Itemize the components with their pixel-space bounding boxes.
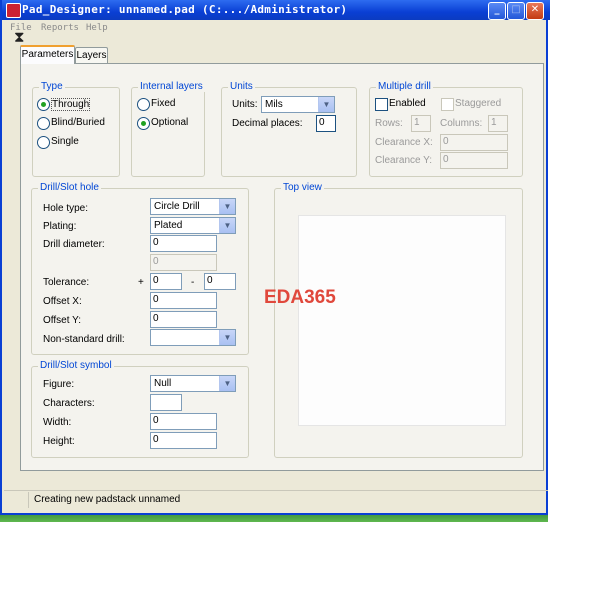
- drill-slot-symbol-title: Drill/Slot symbol: [38, 360, 114, 371]
- blind-buried-label[interactable]: Blind/Buried: [51, 117, 105, 128]
- rows-input[interactable]: 1: [411, 115, 431, 132]
- staggered-checkbox[interactable]: [441, 98, 454, 111]
- chevron-down-icon[interactable]: ▼: [219, 218, 235, 233]
- non-standard-drill-select[interactable]: ▼: [150, 329, 236, 346]
- tab-parameters[interactable]: Parameters: [20, 45, 75, 64]
- minimize-button[interactable]: _: [488, 2, 506, 20]
- app-icon: [6, 3, 21, 18]
- tolerance-minus-sign: -: [191, 277, 195, 288]
- figure-label: Figure:: [43, 379, 75, 390]
- drill-diameter-input[interactable]: 0: [150, 235, 217, 252]
- top-view-title: Top view: [281, 182, 324, 193]
- columns-label: Columns:: [440, 118, 483, 129]
- drill-slot-hole-group: Drill/Slot hole Hole type: Circle Drill …: [31, 182, 249, 355]
- width-label: Width:: [43, 417, 72, 428]
- offset-y-label: Offset Y:: [43, 315, 81, 326]
- clearance-x-input[interactable]: 0: [440, 134, 508, 151]
- top-view-canvas[interactable]: [298, 215, 506, 426]
- chevron-down-icon[interactable]: ▼: [219, 199, 235, 214]
- width-input[interactable]: 0: [150, 413, 217, 430]
- title-bar[interactable]: Pad_Designer: unnamed.pad (C:.../Adminis…: [2, 0, 550, 20]
- height-input[interactable]: 0: [150, 432, 217, 449]
- optional-label[interactable]: Optional: [151, 117, 188, 128]
- internal-layers-group: Internal layers Fixed Optional: [131, 81, 205, 177]
- blind-buried-radio[interactable]: [37, 117, 50, 130]
- drill-diameter-secondary[interactable]: 0: [150, 254, 217, 271]
- units-group: Units Units: Mils ▼ Decimal places: 0: [221, 81, 357, 177]
- units-title: Units: [228, 81, 255, 92]
- offset-x-label: Offset X:: [43, 296, 82, 307]
- pad-designer-window: Pad_Designer: unnamed.pad (C:.../Adminis…: [0, 0, 550, 515]
- rows-label: Rows:: [375, 118, 403, 129]
- multiple-drill-title: Multiple drill: [376, 81, 433, 92]
- decimal-places-input[interactable]: 0: [316, 115, 336, 132]
- units-label: Units:: [232, 99, 258, 110]
- maximize-button[interactable]: □: [507, 2, 525, 20]
- fixed-radio[interactable]: [137, 98, 150, 111]
- hole-type-value: Circle Drill: [154, 201, 200, 212]
- close-button[interactable]: ✕: [526, 2, 544, 20]
- desktop-background: [548, 0, 613, 520]
- tolerance-plus-sign: +: [138, 277, 144, 288]
- clearance-y-input[interactable]: 0: [440, 152, 508, 169]
- clearance-x-label: Clearance X:: [375, 137, 433, 148]
- tolerance-minus-input[interactable]: 0: [204, 273, 236, 290]
- hourglass-icon: ⧗: [14, 29, 25, 46]
- columns-input[interactable]: 1: [488, 115, 508, 132]
- through-label[interactable]: Through: [51, 98, 91, 111]
- figure-select[interactable]: Null ▼: [150, 375, 236, 392]
- single-radio[interactable]: [37, 136, 50, 149]
- menu-help[interactable]: Help: [86, 23, 108, 33]
- multiple-drill-group: Multiple drill Enabled Staggered Rows: 1…: [369, 81, 523, 177]
- fixed-label[interactable]: Fixed: [151, 98, 175, 109]
- plating-label: Plating:: [43, 221, 77, 232]
- units-value: Mils: [265, 99, 283, 110]
- status-message: Creating new padstack unnamed: [28, 492, 552, 508]
- internal-layers-title: Internal layers: [138, 81, 205, 92]
- menu-bar: File Reports Help: [4, 20, 548, 36]
- chevron-down-icon[interactable]: ▼: [318, 97, 334, 112]
- drill-slot-hole-title: Drill/Slot hole: [38, 182, 101, 193]
- characters-label: Characters:: [43, 398, 95, 409]
- units-select[interactable]: Mils ▼: [261, 96, 335, 113]
- plating-value: Plated: [154, 220, 183, 231]
- window-title: Pad_Designer: unnamed.pad (C:.../Adminis…: [22, 3, 348, 16]
- figure-value: Null: [154, 378, 172, 389]
- status-bar: Creating new padstack unnamed: [4, 490, 548, 508]
- menu-reports[interactable]: Reports: [41, 23, 79, 33]
- non-standard-drill-label: Non-standard drill:: [43, 334, 125, 345]
- offset-y-input[interactable]: 0: [150, 311, 217, 328]
- hole-type-label: Hole type:: [43, 203, 89, 214]
- drill-diameter-label: Drill diameter:: [43, 239, 105, 250]
- watermark: EDA365: [264, 287, 336, 308]
- type-group-title: Type: [39, 81, 65, 92]
- chevron-down-icon[interactable]: ▼: [219, 376, 235, 391]
- chevron-down-icon[interactable]: ▼: [219, 330, 235, 345]
- through-radio[interactable]: [37, 98, 50, 111]
- enabled-label[interactable]: Enabled: [389, 98, 426, 109]
- clearance-y-label: Clearance Y:: [375, 155, 433, 166]
- decimal-places-label: Decimal places:: [232, 118, 303, 129]
- tolerance-plus-input[interactable]: 0: [150, 273, 182, 290]
- drill-slot-symbol-group: Drill/Slot symbol Figure: Null ▼ Charact…: [31, 360, 249, 458]
- characters-input[interactable]: [150, 394, 182, 411]
- tolerance-label: Tolerance:: [43, 277, 90, 288]
- single-label[interactable]: Single: [51, 136, 79, 147]
- hole-type-select[interactable]: Circle Drill ▼: [150, 198, 236, 215]
- staggered-label: Staggered: [455, 98, 502, 109]
- tab-layers[interactable]: Layers: [75, 47, 108, 64]
- height-label: Height:: [43, 436, 75, 447]
- enabled-checkbox[interactable]: [375, 98, 388, 111]
- type-group: Type Through Blind/Buried Single: [32, 81, 120, 177]
- offset-x-input[interactable]: 0: [150, 292, 217, 309]
- plating-select[interactable]: Plated ▼: [150, 217, 236, 234]
- optional-radio[interactable]: [137, 117, 150, 130]
